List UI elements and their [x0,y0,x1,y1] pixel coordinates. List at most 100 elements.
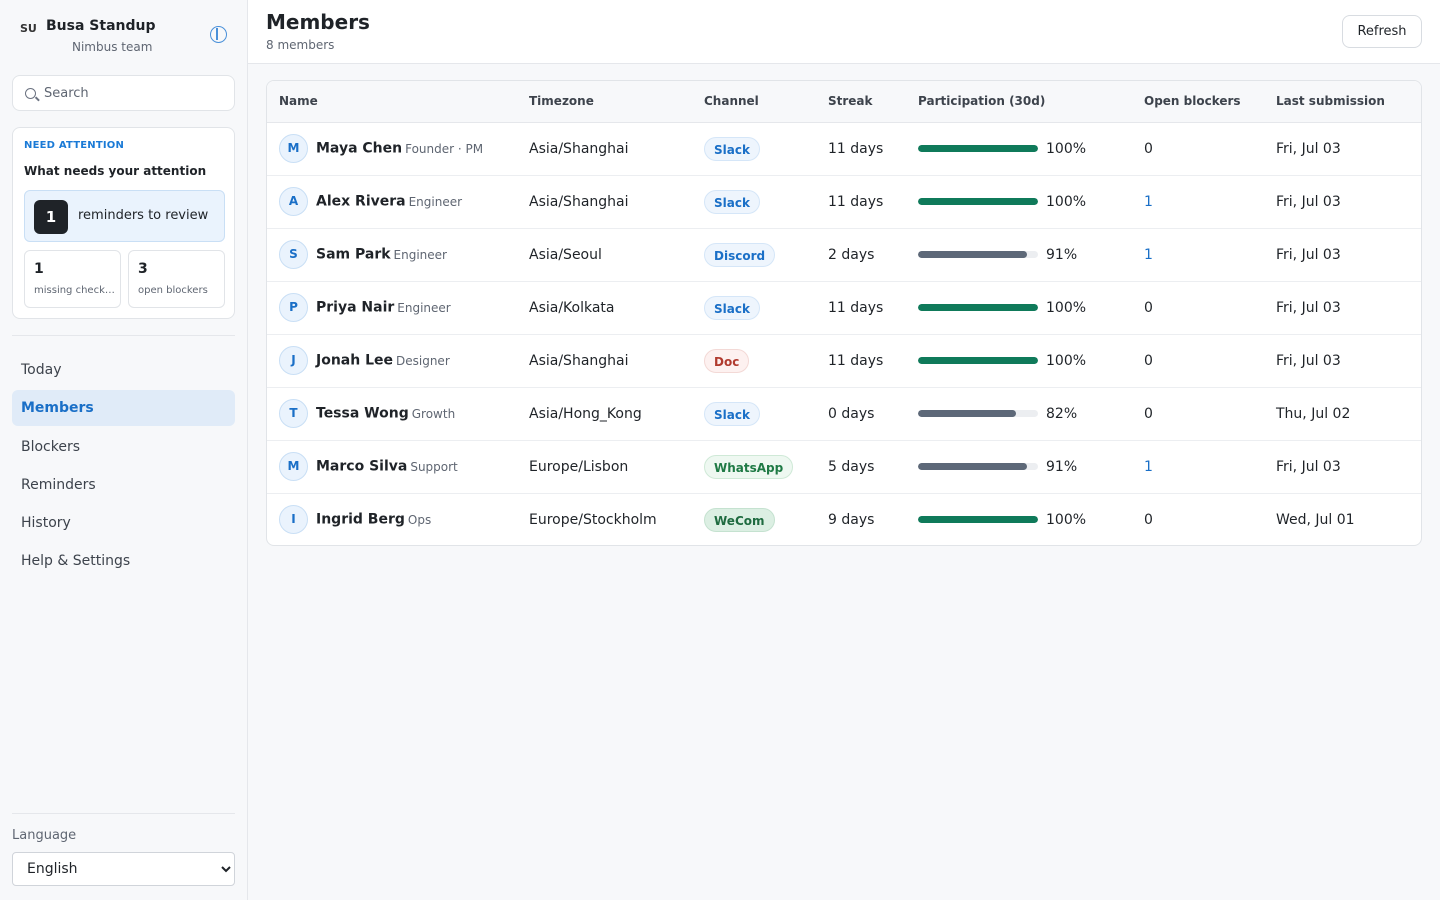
participation-percent: 100% [1046,299,1087,316]
sidebar-item-members[interactable]: Members [12,390,235,427]
participation-bar [918,463,1038,470]
sidebar-item-blockers[interactable]: Blockers [12,429,235,465]
timezone-cell: Asia/Hong_Kong [529,405,642,422]
member-role: Designer [396,353,450,368]
channel-badge: Slack [704,136,760,161]
open-blockers-cell: 0 [1144,493,1276,545]
member-role: Growth [411,406,456,421]
open-blockers-count[interactable]: 1 [1144,247,1153,263]
open-blockers-cell: 0 [1144,122,1276,175]
column-header-last-submission[interactable]: Last submission [1276,81,1421,123]
member-name[interactable]: Sam Park [316,247,391,263]
language-select[interactable]: English [12,852,235,886]
member-name[interactable]: Marco Silva [316,459,407,475]
avatar: A [279,187,308,216]
table-row[interactable]: I Ingrid Berg Ops Europe/Stockholm WeCom 9 da… [267,493,1421,545]
open-blockers-cell: 0 [1144,281,1276,334]
column-header-channel[interactable]: Channel [704,81,828,123]
open-blockers-cell: 1 [1144,440,1276,493]
table-row[interactable]: S Sam Park Engineer Asia/Seoul Discord 2 days… [267,228,1421,281]
column-header-participation[interactable]: Participation (30d) [918,81,1144,123]
participation-bar-fill [918,357,1038,364]
participation-percent: 82% [1046,405,1078,422]
column-header-streak[interactable]: Streak [828,81,918,123]
attention-kicker: NEED ATTENTION [24,140,125,151]
sidebar-divider [12,335,235,336]
team-name: Nimbus team [72,40,153,54]
member-name[interactable]: Ingrid Berg [316,512,405,528]
participation-bar-fill [918,410,1017,417]
member-cell: I Ingrid Berg Ops [267,493,529,545]
participation-cell: 91% [918,228,1144,281]
channel-cell: Doc [704,334,828,387]
sidebar-divider [12,813,235,814]
participation-bar-fill [918,145,1038,152]
participation-percent: 100% [1046,511,1087,528]
avatar: J [279,346,308,375]
channel-cell: Slack [704,122,828,175]
channel-badge: WhatsApp [704,454,794,479]
open-blockers-card[interactable]: 3 open blockers [128,250,225,308]
member-name[interactable]: Tessa Wong [316,406,409,422]
sidebar-item-reminders[interactable]: Reminders [12,467,235,503]
streak-cell: 5 days [828,458,875,475]
search-box[interactable] [12,75,235,111]
member-name[interactable]: Jonah Lee [316,353,393,369]
refresh-button[interactable]: Refresh [1342,15,1422,48]
member-name[interactable]: Maya Chen [316,141,402,157]
sidebar-item-today[interactable]: Today [12,352,235,388]
open-blockers-count[interactable]: 1 [1144,459,1153,475]
open-blockers-count[interactable]: 1 [1144,194,1153,210]
streak-cell: 11 days [828,193,884,210]
member-name[interactable]: Alex Rivera [316,194,406,210]
sidebar-item-history[interactable]: History [12,505,235,541]
last-submission-cell: Fri, Jul 03 [1276,193,1341,210]
timezone-cell: Asia/Shanghai [529,140,629,157]
last-submission-cell: Fri, Jul 03 [1276,352,1341,369]
participation-cell: 100% [918,281,1144,334]
column-header-timezone[interactable]: Timezone [529,81,704,123]
table-row[interactable]: T Tessa Wong Growth Asia/Hong_Kong Slack 0 da… [267,387,1421,440]
participation-cell: 82% [918,387,1144,440]
reminders-label: reminders to review [78,208,209,223]
channel-cell: Slack [704,175,828,228]
reminders-to-review-card[interactable]: 1 reminders to review [24,190,225,242]
sidebar-toggle-icon[interactable] [210,26,227,43]
timezone-cell: Europe/Stockholm [529,511,657,528]
channel-badge: Discord [704,242,776,267]
missing-checkins-count: 1 [34,261,44,277]
table-row[interactable]: J Jonah Lee Designer Asia/Shanghai Doc 11 day… [267,334,1421,387]
open-blockers-count: 0 [1144,511,1153,528]
member-cell: M Marco Silva Support [267,440,529,493]
table-row[interactable]: M Maya Chen Founder · PM Asia/Shanghai Slack… [267,122,1421,175]
participation-cell: 100% [918,493,1144,545]
search-input[interactable] [44,82,224,104]
open-blockers-count: 0 [1144,299,1153,316]
participation-percent: 100% [1046,140,1087,157]
channel-badge: Slack [704,189,760,214]
member-name[interactable]: Priya Nair [316,300,394,316]
column-header-name[interactable]: Name [267,81,529,123]
table-row[interactable]: A Alex Rivera Engineer Asia/Shanghai Slack 11… [267,175,1421,228]
attention-panel: NEED ATTENTION What needs your attention… [12,127,235,319]
streak-cell: 0 days [828,405,875,422]
participation-bar-fill [918,304,1038,311]
missing-checkins-card[interactable]: 1 missing check-ins [24,250,121,308]
column-header-open-blockers[interactable]: Open blockers [1144,81,1276,123]
channel-badge: Slack [704,401,760,426]
sidebar: SU Busa Standup Nimbus team NEED ATTENTI… [0,0,248,900]
participation-cell: 100% [918,175,1144,228]
brand-logo: SU [20,22,37,35]
table-row[interactable]: P Priya Nair Engineer Asia/Kolkata Slack 11 d… [267,281,1421,334]
last-submission-cell: Fri, Jul 03 [1276,299,1341,316]
table-header-row: Name Timezone Channel Streak Participati… [267,81,1421,123]
channel-badge: WeCom [704,507,775,532]
member-cell: T Tessa Wong Growth [267,387,529,440]
last-submission-cell: Fri, Jul 03 [1276,246,1341,263]
member-role: Ops [407,512,432,527]
participation-bar-fill [918,251,1028,258]
table-row[interactable]: M Marco Silva Support Europe/Lisbon WhatsApp… [267,440,1421,493]
timezone-cell: Asia/Kolkata [529,299,615,316]
sidebar-item-help-settings[interactable]: Help & Settings [12,543,235,579]
member-role: Support [410,459,458,474]
